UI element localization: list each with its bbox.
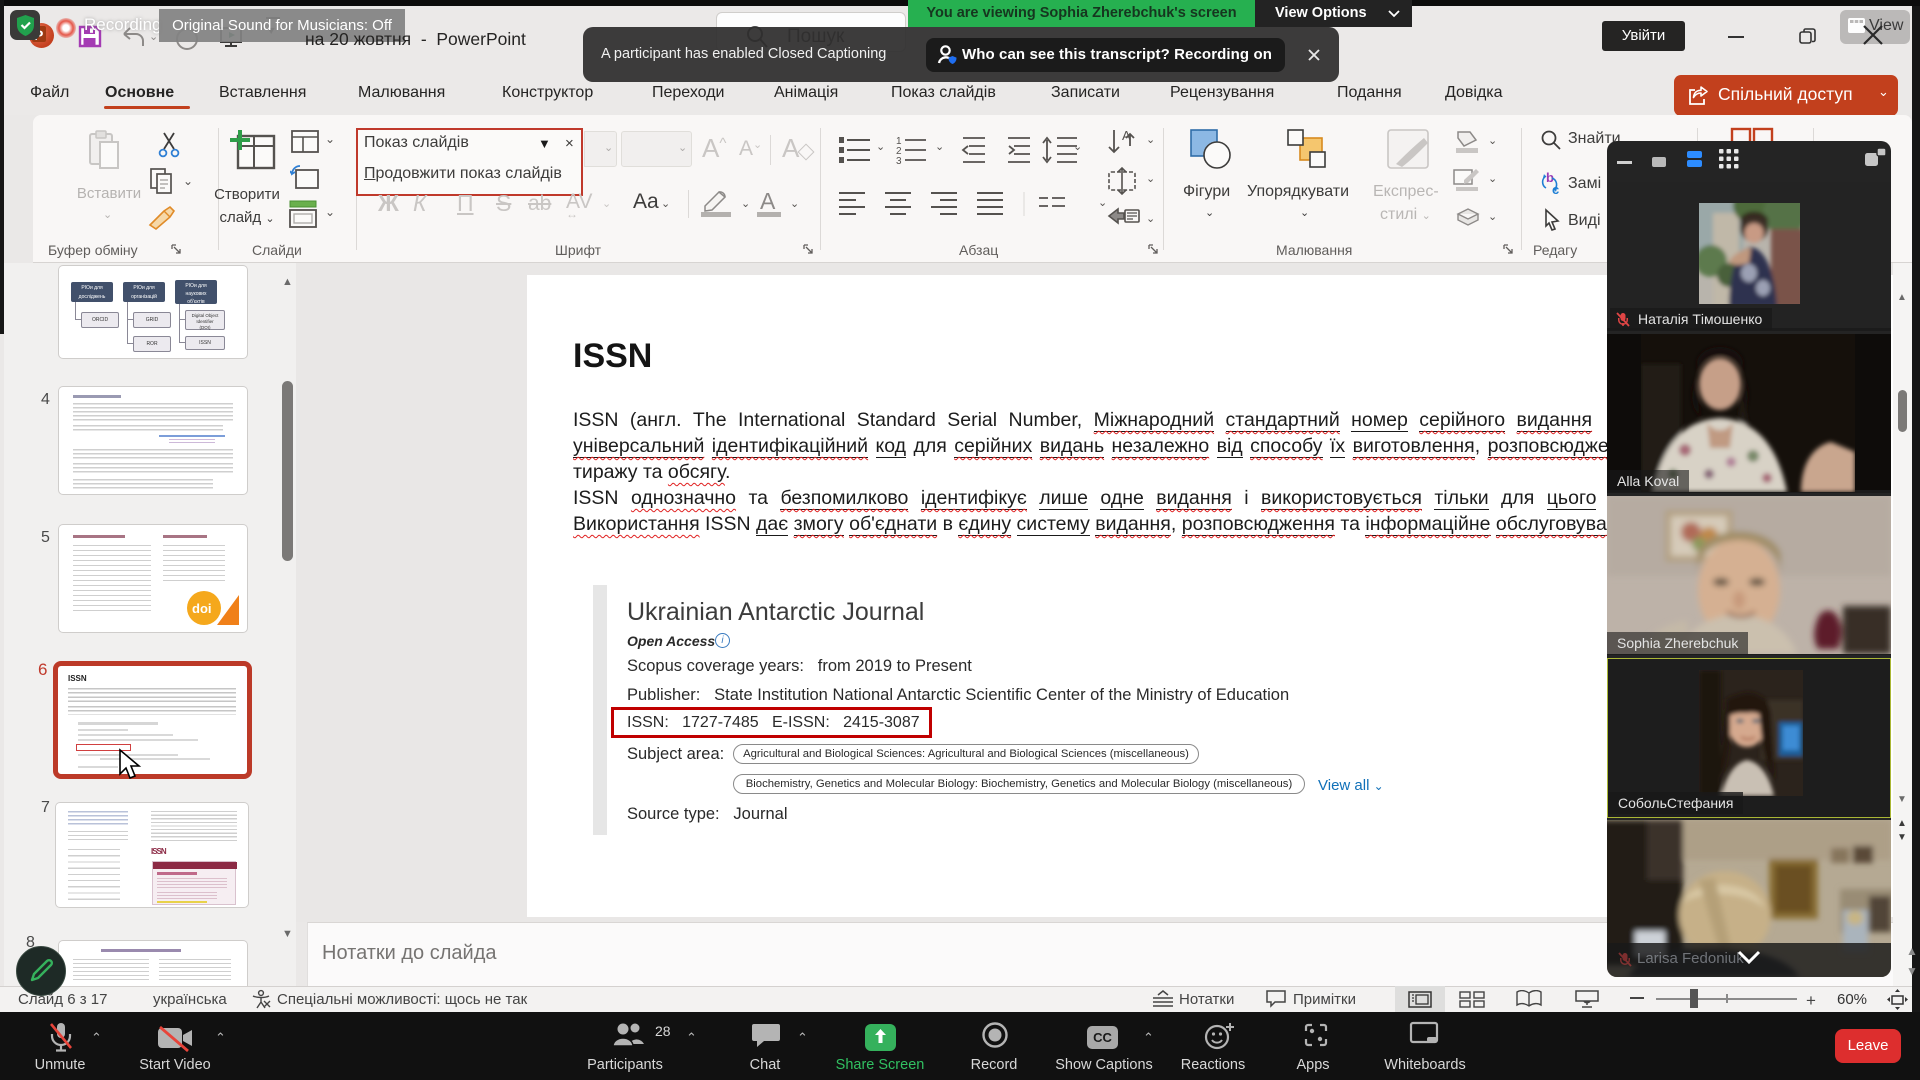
- svg-text:3: 3: [896, 156, 902, 167]
